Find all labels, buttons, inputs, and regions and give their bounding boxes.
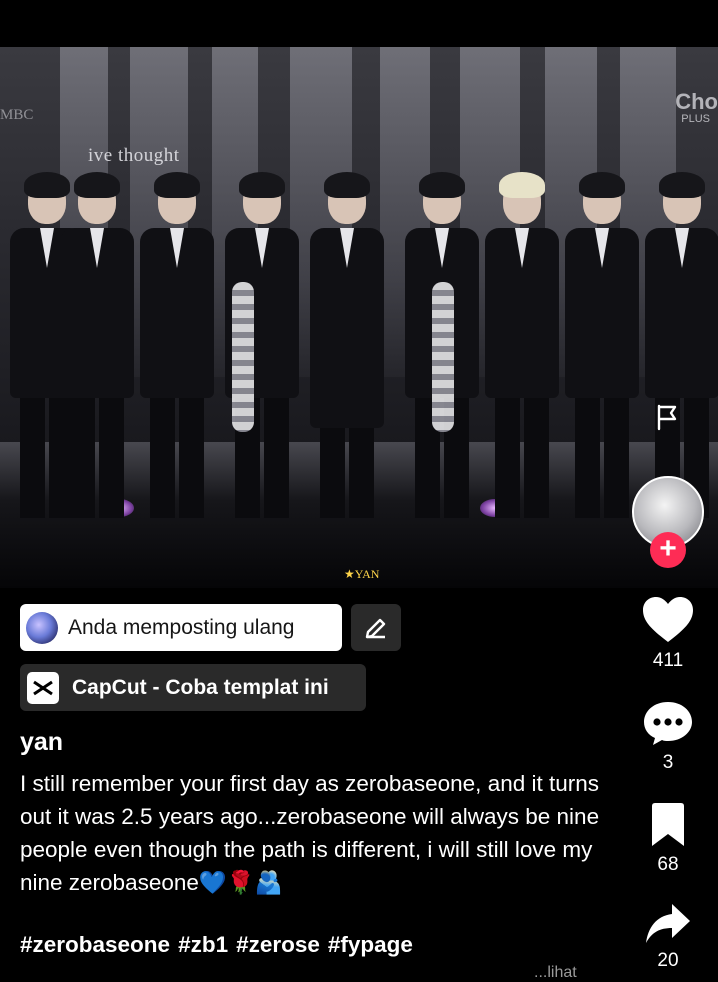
video-watermark: ★YAN bbox=[344, 567, 380, 581]
share-icon bbox=[646, 904, 690, 943]
video-player[interactable]: MBC ive thought Cho PLUS ★YAN bbox=[0, 47, 718, 588]
broadcast-brand: MBC bbox=[0, 107, 34, 123]
capcut-template-link[interactable]: CapCut - Coba templat ini bbox=[20, 664, 366, 711]
repost-label: Anda memposting ulang bbox=[68, 615, 295, 639]
follow-button[interactable]: + bbox=[650, 532, 686, 568]
comment-button[interactable]: 3 bbox=[628, 700, 708, 774]
hashtag-list: #zerobaseone #zb1 #zerose #fypage bbox=[20, 932, 421, 958]
repost-banner[interactable]: Anda memposting ulang bbox=[20, 604, 342, 651]
pencil-icon bbox=[365, 618, 386, 638]
creator-username[interactable]: yan bbox=[20, 728, 63, 757]
broadcast-logo-sub: PLUS bbox=[681, 113, 710, 125]
video-overlay-caption: ive thought bbox=[88, 145, 180, 166]
hashtag-link[interactable]: #zb1 bbox=[178, 932, 228, 957]
performer bbox=[140, 172, 214, 518]
bookmark-count: 68 bbox=[657, 854, 679, 875]
reposter-avatar bbox=[26, 611, 58, 644]
flower-bouquet bbox=[432, 282, 454, 432]
share-button[interactable]: 20 bbox=[628, 902, 708, 972]
bookmark-icon bbox=[652, 803, 684, 846]
like-count: 411 bbox=[652, 650, 684, 671]
capcut-label: CapCut - Coba templat ini bbox=[72, 675, 329, 699]
hashtag-link[interactable]: #zerose bbox=[236, 932, 320, 957]
flower-bouquet bbox=[232, 282, 254, 432]
hashtag-link[interactable]: #fypage bbox=[328, 932, 413, 957]
share-count: 20 bbox=[657, 950, 679, 971]
comment-icon bbox=[644, 702, 692, 745]
bookmark-button[interactable]: 68 bbox=[628, 802, 708, 876]
like-button[interactable]: 411 bbox=[628, 596, 708, 672]
hashtag-link[interactable]: #zerobaseone bbox=[20, 932, 170, 957]
performer bbox=[565, 172, 639, 518]
performer bbox=[310, 172, 384, 518]
performer bbox=[485, 172, 559, 518]
comment-count: 3 bbox=[662, 752, 674, 773]
report-flag-icon[interactable] bbox=[652, 402, 682, 432]
heart-icon bbox=[643, 597, 693, 642]
edit-button[interactable] bbox=[351, 604, 401, 651]
broadcast-logo: Cho bbox=[675, 89, 718, 114]
post-caption: I still remember your first day as zerob… bbox=[20, 771, 600, 895]
capcut-icon bbox=[27, 671, 59, 704]
performer bbox=[60, 172, 134, 518]
see-more-link[interactable]: ...lihat bbox=[534, 964, 577, 982]
performer bbox=[645, 172, 718, 518]
